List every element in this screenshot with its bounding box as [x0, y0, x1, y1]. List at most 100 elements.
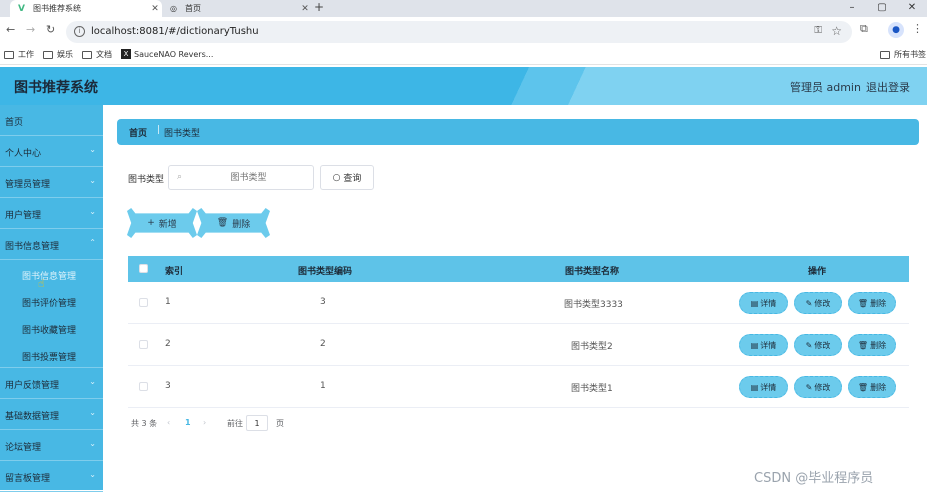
tab-close-icon[interactable]: ✕: [298, 4, 312, 14]
sidebar-subitem-book-info[interactable]: 图书信息管理: [0, 260, 103, 287]
detail-button[interactable]: ▤ 详情: [739, 376, 788, 398]
trash-icon: 🗑: [216, 218, 229, 228]
edit-button[interactable]: ✎ 修改: [794, 334, 842, 356]
row-delete-button[interactable]: 🗑 删除: [848, 376, 896, 398]
edit-label: 修改: [814, 382, 831, 392]
bookmark-star-icon[interactable]: ☆: [831, 24, 842, 38]
sidebar-item-label: 图书信息管理: [5, 242, 60, 252]
sidebar-item-message-board[interactable]: 留言板管理 ⌄: [0, 461, 103, 492]
page-number-current[interactable]: 1: [185, 418, 191, 427]
sidebar-subitem-book-review[interactable]: 图书评价管理: [0, 287, 103, 314]
url-bar[interactable]: i localhost:8081/#/dictionaryTushu ⚿ ☆: [66, 21, 852, 43]
column-header-type-code[interactable]: 图书类型编码: [298, 264, 352, 277]
sidebar-item-label: 管理员管理: [5, 180, 51, 190]
edit-button[interactable]: ✎ 修改: [794, 292, 842, 314]
chevron-down-icon: ⌄: [89, 439, 96, 448]
table-row: 3 1 图书类型1 ▤ 详情 ✎ 修改 🗑 删除: [128, 366, 909, 408]
goto-page-input[interactable]: [246, 415, 268, 431]
next-page-icon[interactable]: ›: [203, 418, 206, 427]
sidebar-subitem-book-favorites[interactable]: 图书收藏管理: [0, 314, 103, 341]
chevron-down-icon: ⌄: [89, 408, 96, 417]
pagination-total: 共 3 条: [131, 419, 158, 428]
chevron-down-icon: ⌄: [89, 470, 96, 479]
profile-avatar-icon[interactable]: ●: [888, 22, 904, 38]
edit-button[interactable]: ✎ 修改: [794, 376, 842, 398]
cell-type-name: 图书类型3333: [564, 300, 623, 310]
url-text[interactable]: localhost:8081/#/dictionaryTushu: [91, 26, 259, 37]
back-arrow-icon[interactable]: ←: [6, 23, 15, 36]
sidebar-subitem-book-votes[interactable]: 图书投票管理: [0, 341, 103, 368]
table-header: 索引 图书类型编码 图书类型名称 操作: [128, 256, 909, 282]
tab-title: 首页: [185, 4, 201, 13]
all-bookmarks[interactable]: 所有书签: [880, 49, 926, 60]
row-checkbox[interactable]: [139, 298, 148, 307]
bookmark-label: 工作: [18, 50, 34, 59]
prev-page-icon[interactable]: ‹: [167, 418, 170, 427]
folder-icon: [43, 50, 53, 59]
reload-icon[interactable]: ↻: [46, 23, 55, 36]
detail-button[interactable]: ▤ 详情: [739, 334, 788, 356]
sidebar-item-label: 论坛管理: [5, 443, 42, 453]
search-input[interactable]: [191, 170, 306, 186]
table-row: 2 2 图书类型2 ▤ 详情 ✎ 修改 🗑 删除: [128, 324, 909, 366]
delete-button[interactable]: 🗑 删除: [197, 208, 270, 238]
cell-index: 3: [165, 381, 171, 391]
window-close-icon[interactable]: ✕: [897, 0, 927, 17]
tab-close-icon[interactable]: ✕: [148, 4, 162, 14]
bookmark-link[interactable]: X SauceNAO Revers...: [121, 49, 213, 59]
select-all-checkbox[interactable]: [139, 264, 148, 273]
column-header-type-name[interactable]: 图书类型名称: [565, 264, 619, 277]
saucenao-icon: X: [121, 49, 131, 59]
sidebar-item-book-info[interactable]: 图书信息管理 ⌃: [0, 229, 103, 260]
chevron-down-icon: ⌄: [89, 145, 96, 154]
search-icon: ⌕: [177, 172, 183, 182]
sidebar-item-user-management[interactable]: 用户管理 ⌄: [0, 198, 103, 229]
app-header: 图书推荐系统 管理员 admin 退出登录: [0, 67, 927, 105]
sidebar-item-base-data[interactable]: 基础数据管理 ⌄: [0, 399, 103, 430]
row-delete-button[interactable]: 🗑 删除: [848, 334, 896, 356]
sidebar-item-admin-management[interactable]: 管理员管理 ⌄: [0, 167, 103, 198]
forward-arrow-icon[interactable]: →: [26, 23, 35, 36]
new-tab-button[interactable]: +: [312, 0, 326, 17]
maximize-icon[interactable]: ▢: [867, 0, 897, 17]
vue-favicon-icon: V: [18, 4, 25, 14]
browser-tab-inactive[interactable]: ◎ 首页 ✕: [162, 0, 312, 17]
bookmark-folder[interactable]: 文档: [82, 49, 112, 60]
password-key-icon[interactable]: ⚿: [814, 25, 822, 36]
bookmark-folder[interactable]: 工作: [4, 49, 34, 60]
bookmark-folder[interactable]: 娱乐: [43, 49, 73, 60]
extensions-icon[interactable]: ⧉: [860, 22, 868, 36]
cell-type-name: 图书类型2: [571, 342, 613, 352]
query-button-label: 查询: [343, 174, 362, 184]
logout-link[interactable]: 退出登录: [866, 79, 910, 95]
detail-label: 详情: [760, 340, 777, 350]
cell-index: 1: [165, 297, 171, 307]
search-input-wrapper[interactable]: ⌕: [168, 165, 314, 190]
cell-type-name: 图书类型1: [571, 384, 613, 394]
row-checkbox[interactable]: [139, 340, 148, 349]
row-checkbox[interactable]: [139, 382, 148, 391]
add-button[interactable]: + 新增: [127, 208, 197, 238]
sidebar-subitem-label: 图书信息管理: [22, 272, 77, 282]
browser-tab-strip: V 图书推荐系统 ✕ ◎ 首页 ✕ + – ▢ ✕: [0, 0, 927, 17]
row-delete-button[interactable]: 🗑 删除: [848, 292, 896, 314]
browser-menu-icon[interactable]: ⋮: [912, 22, 923, 35]
browser-tab-active[interactable]: V 图书推荐系统 ✕: [10, 0, 162, 17]
detail-button[interactable]: ▤ 详情: [739, 292, 788, 314]
minimize-icon[interactable]: –: [837, 0, 867, 17]
table-row: 1 3 图书类型3333 ▤ 详情 ✎ 修改 🗑 删除: [128, 282, 909, 324]
column-header-actions: 操作: [808, 267, 827, 277]
sidebar-subitem-label: 图书投票管理: [22, 353, 77, 363]
site-info-icon[interactable]: i: [74, 26, 85, 37]
sidebar-subitem-label: 图书评价管理: [22, 299, 77, 309]
breadcrumb-home[interactable]: 首页: [129, 126, 147, 139]
watermark: CSDN @毕业程序员: [754, 471, 874, 486]
sidebar-item-label: 首页: [5, 118, 24, 128]
sidebar-item-home[interactable]: 首页: [0, 105, 103, 136]
sidebar-item-personal-center[interactable]: 个人中心 ⌄: [0, 136, 103, 167]
column-header-index[interactable]: 索引: [165, 264, 183, 277]
query-button[interactable]: ○ 查询: [320, 165, 374, 190]
cell-type-code: 1: [320, 381, 326, 391]
sidebar-item-forum[interactable]: 论坛管理 ⌄: [0, 430, 103, 461]
sidebar-item-feedback[interactable]: 用户反馈管理 ⌄: [0, 368, 103, 399]
